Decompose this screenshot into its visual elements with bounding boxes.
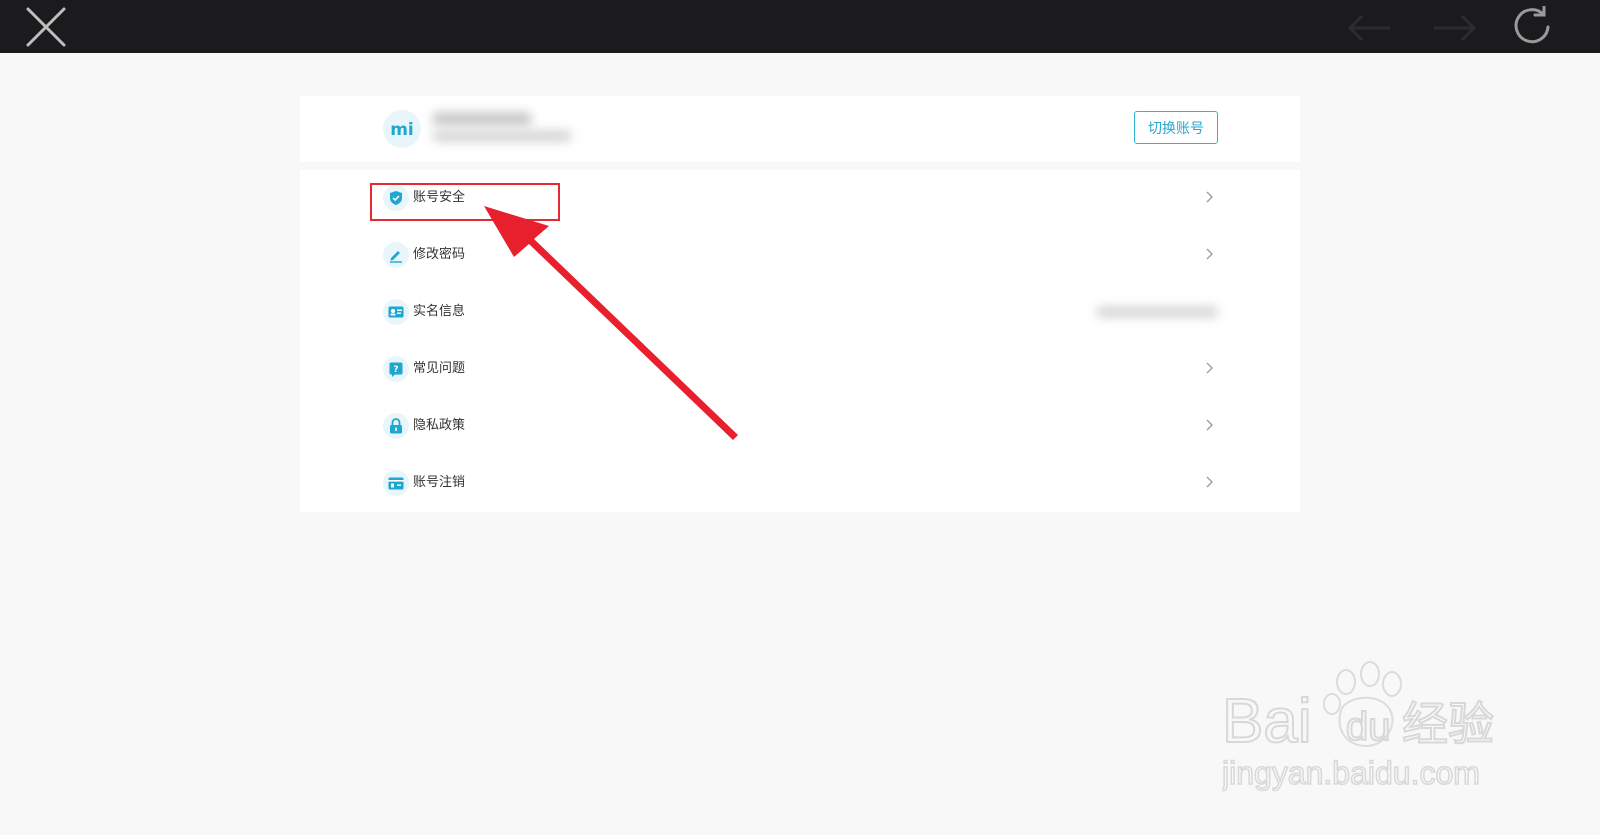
menu-item-label: 常见问题 [413, 361, 466, 376]
refresh-icon [1514, 6, 1550, 44]
menu-item-delete-account[interactable]: 账号注销 [300, 455, 1300, 512]
svg-text:jingyan.baidu.com: jingyan.baidu.com [1222, 755, 1480, 791]
account-header: mi 切换账号 [300, 96, 1300, 162]
chevron-right-icon [1204, 360, 1216, 376]
menu-item-faq[interactable]: ? 常见问题 [300, 341, 1300, 398]
svg-text:?: ? [393, 365, 398, 375]
cancel-account-icon [383, 470, 409, 496]
forward-button[interactable] [1430, 10, 1480, 46]
baidu-watermark: Bai du 经验 jingyan.baidu.com [1222, 661, 1495, 792]
svg-text:mi: mi [390, 120, 414, 139]
chevron-right-icon [1204, 189, 1216, 205]
pencil-icon [383, 242, 409, 268]
menu-item-change-password[interactable]: 修改密码 [300, 227, 1300, 284]
close-icon [26, 7, 66, 47]
menu-item-privacy-policy[interactable]: 隐私政策 [300, 398, 1300, 455]
mi-logo-icon: mi [390, 120, 414, 139]
menu-item-label: 实名信息 [413, 304, 466, 319]
arrow-right-icon [1434, 14, 1477, 42]
arrow-left-icon [1347, 14, 1390, 42]
menu-item-label: 隐私政策 [413, 418, 466, 433]
chevron-right-icon [1204, 417, 1216, 433]
lock-icon [383, 413, 409, 439]
menu-item-real-name-info[interactable]: 实名信息 [300, 284, 1300, 341]
chevron-right-icon [1204, 474, 1216, 490]
username-blurred [432, 110, 572, 144]
svg-text:Bai: Bai [1222, 687, 1312, 756]
question-icon: ? [383, 356, 409, 382]
settings-menu: 账号安全 修改密码 实名信息 ? 常见问题 隐私政策 账号注销 [300, 170, 1300, 512]
menu-item-label: 修改密码 [413, 247, 466, 262]
refresh-button[interactable] [1508, 4, 1556, 50]
id-card-icon [383, 299, 409, 325]
top-toolbar [0, 0, 1600, 53]
menu-item-label: 账号注销 [413, 475, 466, 490]
svg-text:经验: 经验 [1402, 697, 1494, 751]
chevron-right-icon [1204, 246, 1216, 262]
back-button[interactable] [1344, 10, 1394, 46]
close-button[interactable] [22, 4, 70, 50]
highlight-box [370, 183, 560, 221]
avatar: mi [383, 110, 421, 148]
switch-account-button[interactable]: 切换账号 [1134, 111, 1218, 144]
real-name-value-blurred [1096, 306, 1218, 318]
svg-text:du: du [1346, 705, 1391, 749]
